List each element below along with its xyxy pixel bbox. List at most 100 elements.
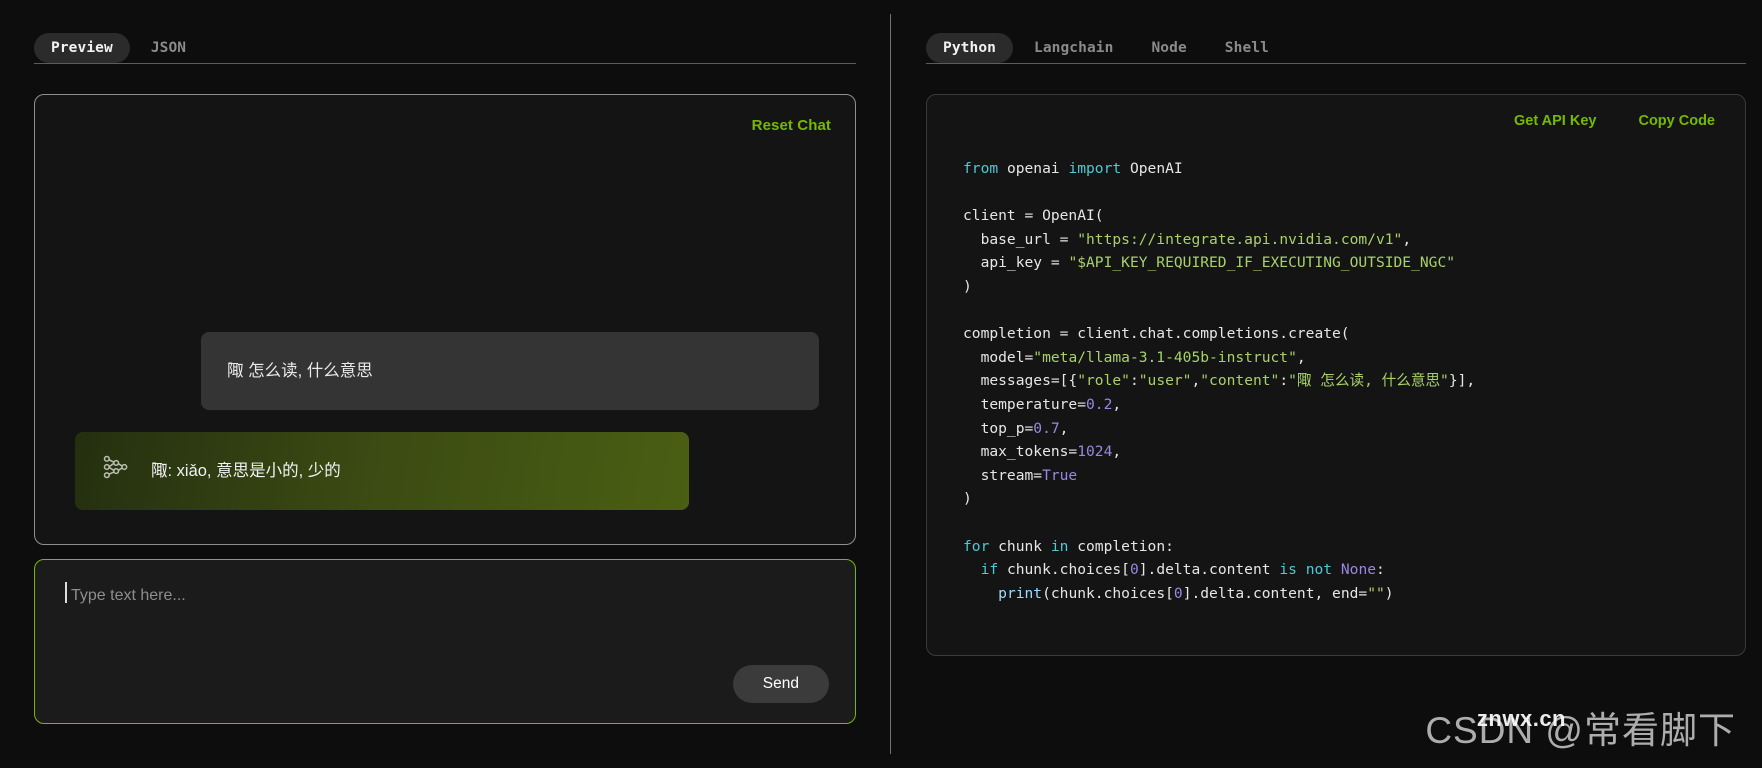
code-token: "meta/llama-3.1-405b-instruct"	[1033, 348, 1297, 366]
tab-langchain[interactable]: Langchain	[1017, 33, 1130, 63]
code-token: import	[1068, 160, 1122, 177]
code-token: )	[963, 490, 972, 508]
code-token: api_key =	[963, 254, 1069, 272]
code-token: chunk.choices[	[998, 561, 1130, 579]
code-token: "陬 怎么读, 什么意思"	[1288, 372, 1449, 390]
code-token: "role"	[1077, 372, 1130, 390]
code-actions: Get API Key Copy Code	[1514, 113, 1715, 129]
code-token: None	[1340, 561, 1377, 579]
code-token: ,	[1191, 372, 1201, 390]
code-token: ,	[1112, 443, 1122, 461]
code-token: (chunk.choices[	[1042, 584, 1174, 602]
code-token: ].delta.content, end=	[1182, 584, 1368, 602]
code-token: "https://integrate.api.nvidia.com/v1"	[1077, 230, 1403, 248]
chat-message-list: 陬 怎么读, 什么意思陬: xiǎo, 意思是小的, 少的	[35, 332, 855, 510]
code-token: is	[1279, 561, 1297, 579]
code-token: ,	[1059, 419, 1069, 437]
code-card: Get API Key Copy Code from openai import …	[926, 94, 1746, 656]
code-line: base_url = "https://integrate.api.nvidia…	[963, 228, 1735, 252]
code-token: ,	[1296, 348, 1306, 366]
code-token: "content"	[1200, 372, 1280, 390]
send-button[interactable]: Send	[732, 665, 829, 703]
preview-panel: Preview JSON Reset Chat 陬 怎么读, 什么意思陬: xiǎ…	[0, 0, 890, 768]
get-api-key-button[interactable]: Get API Key	[1514, 113, 1596, 129]
right-tab-bar: Python Langchain Node Shell	[926, 0, 1728, 63]
nvidia-playground-window: Preview JSON Reset Chat 陬 怎么读, 什么意思陬: xiǎ…	[0, 0, 1762, 768]
code-token: base_url =	[963, 230, 1078, 248]
code-token: :	[1376, 561, 1385, 579]
code-line: api_key = "$API_KEY_REQUIRED_IF_EXECUTIN…	[963, 251, 1735, 275]
code-token: 0	[1129, 561, 1139, 579]
code-token: completion:	[1068, 537, 1174, 555]
code-token: True	[1042, 466, 1078, 484]
code-token: for	[963, 537, 990, 555]
tab-python[interactable]: Python	[926, 33, 1013, 63]
code-token: "$API_KEY_REQUIRED_IF_EXECUTING_OUTSIDE_…	[1068, 254, 1456, 272]
tab-json[interactable]: JSON	[134, 33, 203, 63]
code-line: max_tokens=1024,	[963, 440, 1735, 464]
tab-preview[interactable]: Preview	[34, 33, 130, 63]
code-token: 0.2	[1086, 395, 1113, 413]
code-token: openai	[998, 160, 1069, 177]
message-text: 陬: xiǎo, 意思是小的, 少的	[151, 461, 341, 480]
code-token: 0	[1173, 584, 1183, 602]
code-line: messages=[{"role":"user","content":"陬 怎么…	[963, 369, 1735, 393]
code-line: completion = client.chat.completions.cre…	[963, 322, 1735, 346]
code-token: OpenAI	[1121, 160, 1183, 177]
text-caret	[65, 582, 67, 603]
code-token: if	[980, 561, 999, 579]
code-token: client = OpenAI(	[963, 207, 1104, 225]
code-line: top_p=0.7,	[963, 417, 1735, 441]
code-token: max_tokens=	[963, 443, 1078, 461]
code-token: ,	[1112, 395, 1122, 413]
code-line: )	[963, 275, 1735, 299]
code-token: "user"	[1138, 372, 1192, 390]
code-token: top_p=	[963, 419, 1034, 437]
code-token: )	[1384, 584, 1394, 602]
left-tab-bar: Preview JSON	[34, 0, 856, 63]
code-line: for chunk in completion:	[963, 535, 1735, 559]
code-token: ""	[1367, 584, 1385, 602]
message-text: 陬 怎么读, 什么意思	[227, 361, 373, 380]
copy-code-button[interactable]: Copy Code	[1638, 113, 1715, 129]
code-token: from	[963, 160, 999, 177]
code-token: model=	[963, 348, 1034, 366]
code-snippet: from openai import OpenAI client = OpenA…	[963, 157, 1735, 605]
code-token: ,	[1402, 230, 1412, 248]
composer-placeholder: Type text here...	[71, 587, 186, 604]
code-token: in	[1050, 537, 1069, 555]
code-token: :	[1129, 372, 1139, 390]
code-line: print(chunk.choices[0].delta.content, en…	[963, 582, 1735, 606]
left-tabs-underline	[34, 63, 856, 64]
code-token: ].delta.content	[1138, 561, 1280, 579]
code-line: model="meta/llama-3.1-405b-instruct",	[963, 346, 1735, 370]
code-token: not	[1305, 561, 1333, 579]
chat-composer[interactable]: Type text here... Send	[34, 559, 856, 724]
code-panel: Python Langchain Node Shell Get API Key Copy…	[890, 0, 1762, 768]
code-token: messages=[{	[963, 372, 1078, 390]
code-line: temperature=0.2,	[963, 393, 1735, 417]
code-line: stream=True	[963, 464, 1735, 488]
user-message-bubble: 陬 怎么读, 什么意思	[201, 332, 819, 410]
code-token: chunk	[989, 537, 1051, 555]
code-token: completion = client.chat.completions.cre…	[963, 325, 1350, 343]
right-tabs-underline	[926, 63, 1746, 64]
code-line: )	[963, 487, 1735, 511]
code-token: temperature=	[963, 395, 1087, 413]
code-token: :	[1279, 372, 1289, 390]
code-token: 1024	[1077, 443, 1113, 461]
reset-chat-button[interactable]: Reset Chat	[752, 117, 831, 134]
tab-node[interactable]: Node	[1134, 33, 1203, 63]
code-line: client = OpenAI(	[963, 204, 1735, 228]
tab-shell[interactable]: Shell	[1208, 33, 1286, 63]
code-token: 0.7	[1033, 419, 1060, 437]
chat-card: Reset Chat 陬 怎么读, 什么意思陬: xiǎo, 意思是小的, 少的	[34, 94, 856, 545]
code-token: }],	[1448, 372, 1476, 390]
